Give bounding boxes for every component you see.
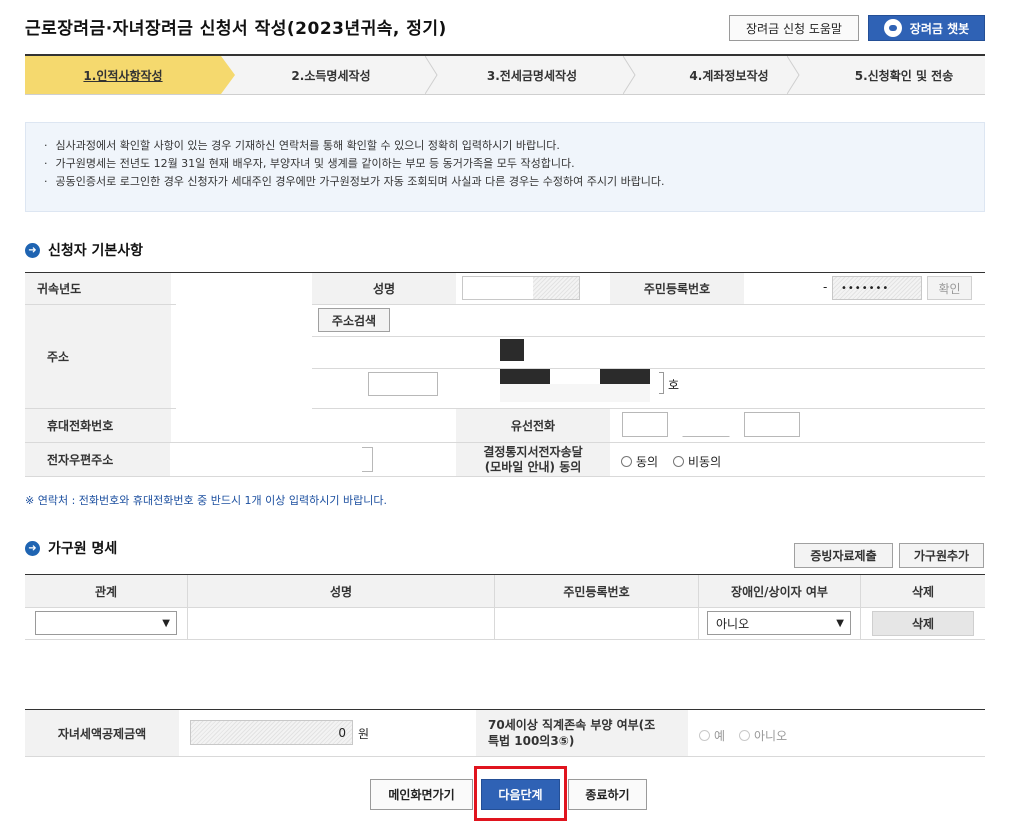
landline-field-3[interactable]	[744, 412, 800, 437]
landline-field-1[interactable]	[622, 412, 668, 437]
next-step-button[interactable]: 다음단계	[481, 779, 560, 810]
step-progress: 1.인적사항작성 2.소득명세작성 3.전세금명세작성 4.계좌정보작성 5.신…	[25, 54, 985, 95]
applicant-section-title: ➜ 신청자 기본사항	[25, 240, 143, 260]
household-section-title: ➜ 가구원 명세	[25, 538, 117, 558]
rrn-back-field: •••••••	[832, 276, 922, 300]
email-field[interactable]	[362, 447, 373, 472]
step-2: 2.소득명세작성	[291, 68, 371, 83]
step-5: 5.신청확인 및 전송	[854, 68, 954, 83]
no-radio[interactable]	[739, 730, 750, 741]
child-credit-field: 0	[190, 720, 353, 745]
elder-yes-option[interactable]: 예	[699, 727, 725, 744]
main-page-button[interactable]: 메인화면가기	[370, 779, 473, 810]
step-arrow	[623, 56, 636, 94]
landline-field-2[interactable]	[682, 412, 730, 437]
notice-box: 심사과정에서 확인할 사항이 있는 경우 기재하신 연락처를 통해 확인할 수 …	[25, 122, 985, 212]
relation-select[interactable]: ▼	[35, 611, 177, 635]
step-3: 3.전세금명세작성	[486, 68, 578, 83]
chatbot-button[interactable]: 장려금 챗봇	[868, 15, 985, 41]
col-disabled: 장애인/상이자 여부	[699, 575, 861, 607]
arrow-circle-icon: ➜	[25, 242, 40, 258]
step-1: 1.인적사항작성	[25, 56, 221, 94]
email-label: 전자우편주소	[47, 453, 114, 467]
notice-item: 심사과정에서 확인할 사항이 있는 경우 기재하신 연락처를 통해 확인할 수 …	[44, 137, 984, 155]
col-rrn: 주민등록번호	[495, 575, 699, 607]
notice-item: 공동인증서로 로그인한 경우 신청자가 세대주인 경우에만 가구원정보가 자동 …	[44, 173, 984, 191]
mobile-label: 휴대전화번호	[47, 419, 114, 433]
elder-no-option[interactable]: 아니오	[739, 727, 787, 744]
address-detail-field[interactable]	[368, 372, 438, 396]
address-label: 주소	[47, 350, 70, 364]
chatbot-label: 장려금 챗봇	[909, 21, 970, 36]
landline-label: 유선전화	[510, 419, 556, 433]
step-arrow	[425, 56, 438, 94]
col-relation: 관계	[25, 575, 188, 607]
agree-radio[interactable]	[621, 456, 632, 467]
address-search-button[interactable]: 주소검색	[318, 308, 390, 332]
evidence-submit-button[interactable]: 증빙자료제출	[794, 543, 893, 568]
won-unit: 원	[358, 727, 370, 741]
elder-support-label-2: 특법 100의3⑤)	[488, 734, 575, 748]
col-delete: 삭제	[861, 575, 985, 607]
col-name: 성명	[188, 575, 495, 607]
rrn-front-field[interactable]	[756, 276, 818, 300]
disabled-select[interactable]: 아니오 ▼	[707, 611, 851, 635]
rrn-confirm-button[interactable]: 확인	[927, 276, 972, 300]
rrn-dash: -	[823, 280, 828, 294]
consent-agree-option[interactable]: 동의	[621, 453, 658, 470]
rrn-label: 주민등록번호	[643, 282, 711, 296]
notice-consent-label-2: (모바일 안내) 동의	[484, 459, 582, 474]
add-household-button[interactable]: 가구원추가	[899, 543, 984, 568]
disagree-radio[interactable]	[673, 456, 684, 467]
chatbot-icon	[883, 19, 902, 37]
chevron-down-icon: ▼	[162, 618, 170, 629]
exit-button[interactable]: 종료하기	[568, 779, 647, 810]
page-title: 근로장려금·자녀장려금 신청서 작성(2023년귀속, 정기)	[25, 19, 447, 39]
delete-row-button[interactable]: 삭제	[872, 611, 974, 636]
arrow-circle-icon: ➜	[25, 540, 40, 556]
yes-radio[interactable]	[699, 730, 710, 741]
year-label: 귀속년도	[37, 282, 82, 296]
consent-disagree-option[interactable]: 비동의	[673, 453, 721, 470]
elder-support-label: 70세이상 직계존속 부양 여부(조	[488, 718, 656, 732]
child-credit-label: 자녀세액공제금액	[25, 710, 179, 756]
ho-label: 호	[668, 378, 680, 392]
contact-note: ※ 연락처 : 전화번호와 휴대전화번호 중 반드시 1개 이상 입력하시기 바…	[25, 494, 387, 507]
step-arrow	[787, 56, 800, 94]
notice-item: 가구원명세는 전년도 12월 31일 현재 배우자, 부양자녀 및 생계를 같이…	[44, 155, 984, 173]
step-arrow-active	[221, 56, 235, 94]
notice-consent-label: 결정통지서전자송달	[483, 444, 583, 459]
name-label: 성명	[372, 282, 396, 296]
chevron-down-icon: ▼	[836, 618, 844, 629]
help-button[interactable]: 장려금 신청 도움말	[729, 15, 859, 41]
